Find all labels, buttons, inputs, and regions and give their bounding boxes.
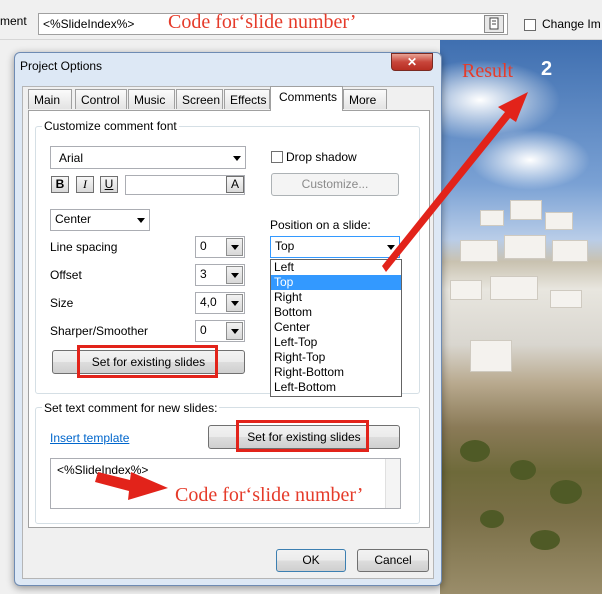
result-arrow-icon	[382, 92, 528, 272]
result-slide-number: 2	[541, 58, 553, 80]
tab-comments[interactable]: Comments	[270, 86, 343, 111]
code-arrow-icon	[95, 472, 168, 500]
result-label: Result	[462, 60, 514, 82]
